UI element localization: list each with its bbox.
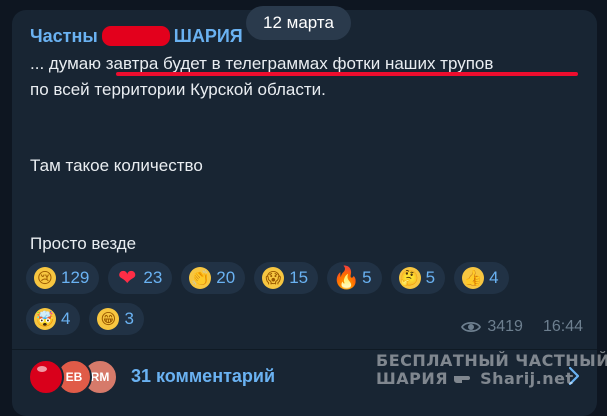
fire-icon: 🔥 xyxy=(332,265,360,290)
date-badge: 12 марта xyxy=(246,6,351,40)
redaction-mark xyxy=(101,26,170,47)
red-underline-annotation xyxy=(116,72,578,76)
reaction-grin[interactable]: 😁 3 xyxy=(89,303,144,335)
watermark-line-1: БЕСПЛАТНЫЙ ЧАСТНЫЙ xyxy=(376,351,607,370)
comments-label: 31 комментарий xyxy=(131,365,276,386)
pointing-hand-icon xyxy=(453,370,475,388)
watermark-line-2: ШАРИЯ Sharij.net xyxy=(376,369,607,389)
reaction-scream[interactable]: 😱 15 xyxy=(254,262,319,294)
comments-button[interactable]: EB RM 31 комментарий xyxy=(28,356,275,396)
grinning-face-icon: 😁 xyxy=(97,308,120,330)
reaction-count: 15 xyxy=(289,268,309,287)
message-line-4: Просто везде xyxy=(30,234,137,253)
message-time: 16:44 xyxy=(542,318,583,335)
watermark-word: ШАРИЯ xyxy=(376,369,449,389)
watermark: БЕСПЛАТНЫЙ ЧАСТНЫЙ ШАРИЯ Sharij.net xyxy=(376,351,607,389)
reaction-exploding-head[interactable]: 🤯 4 xyxy=(26,303,81,335)
reaction-count: 23 xyxy=(143,268,163,287)
reaction-fire[interactable]: 🔥 5 xyxy=(327,262,382,294)
reaction-thumbs-up[interactable]: 👍 4 xyxy=(454,262,509,294)
channel-name-part2: ШАРИЯ xyxy=(173,25,243,46)
eye-icon xyxy=(461,320,482,334)
reaction-count: 4 xyxy=(61,309,71,328)
watermark-site: Sharij.net xyxy=(480,369,574,389)
divider xyxy=(12,349,597,350)
thumbs-up-icon: 👍 xyxy=(462,267,485,289)
clapping-hands-icon: 👏 xyxy=(189,267,212,289)
reaction-count: 5 xyxy=(362,268,372,287)
reaction-count: 5 xyxy=(425,268,436,287)
reaction-count: 129 xyxy=(61,268,90,287)
thinking-face-icon: 🤔 xyxy=(398,267,421,289)
exploding-head-icon: 🤯 xyxy=(34,308,56,330)
avatar xyxy=(28,359,64,395)
channel-name[interactable]: Частны ШАРИЯ xyxy=(30,25,243,47)
reactions-row-1: 😢 129 ❤ 23 👏 20 😱 15 🔥 5 🤔 5 👍 4 xyxy=(26,262,596,294)
message-line-1: ... думаю завтра будет в телеграммах фот… xyxy=(30,54,494,73)
channel-name-part1: Частны xyxy=(30,25,98,46)
reaction-count: 20 xyxy=(216,268,236,287)
reaction-count: 3 xyxy=(124,309,134,328)
reaction-thinking[interactable]: 🤔 5 xyxy=(390,262,446,294)
heart-icon: ❤ xyxy=(118,265,137,290)
views-count: 3419 xyxy=(487,318,523,335)
message-line-3: Там такое количество xyxy=(30,156,203,175)
reaction-crying[interactable]: 😢 129 xyxy=(26,262,100,294)
message-line-2: по всей территории Курской области. xyxy=(30,80,326,99)
reaction-clap[interactable]: 👏 20 xyxy=(181,262,246,294)
reaction-count: 4 xyxy=(489,268,499,287)
commenter-avatars: EB RM xyxy=(28,359,123,395)
reaction-heart[interactable]: ❤ 23 xyxy=(108,262,173,294)
message-meta: 3419 16:44 xyxy=(461,318,583,336)
screaming-face-icon: 😱 xyxy=(262,267,285,289)
crying-face-icon: 😢 xyxy=(34,267,56,289)
